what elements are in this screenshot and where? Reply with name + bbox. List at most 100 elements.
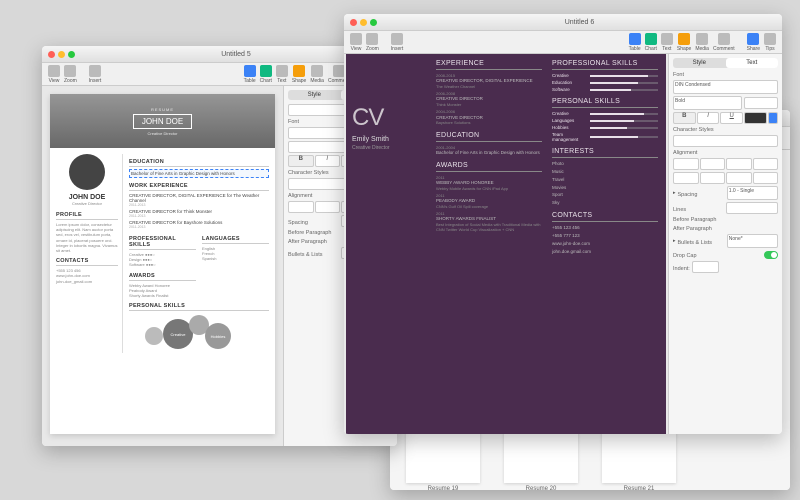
toolbar-media-button[interactable]: Media <box>310 65 324 84</box>
hero-name: JOHN DOE <box>133 114 192 129</box>
skill-row: Team management <box>552 132 658 142</box>
contact-item: john-doe_gmail.com <box>56 279 118 284</box>
font-weight-select[interactable]: Bold <box>673 96 742 110</box>
close-icon[interactable] <box>350 19 357 26</box>
toolbar-media-button[interactable]: Media <box>695 33 709 52</box>
bubble-hobbies: Hobbies <box>205 323 231 349</box>
gear-icon[interactable] <box>768 112 778 124</box>
toolbar-table-button[interactable]: Table <box>244 65 256 84</box>
skill-row: Education <box>552 80 658 85</box>
gallery-item-label: Resume 20 <box>526 486 557 490</box>
resume-hero: RESUME JOHN DOE Creative Director <box>50 94 275 148</box>
canvas-1[interactable]: RESUME JOHN DOE Creative Director JOHN D… <box>42 86 283 446</box>
toolbar-zoom-button[interactable]: Zoom <box>366 33 379 52</box>
spacing-select[interactable]: 1.0 - Single <box>727 186 778 200</box>
tab-text[interactable]: Text <box>726 58 779 68</box>
work-item: CREATIVE DIRECTOR for Bayshore Solutions… <box>129 220 269 229</box>
indent-inc-button[interactable] <box>700 172 726 184</box>
before-para-label: Before Paragraph <box>673 217 778 223</box>
profile-role: Creative Director <box>56 201 118 206</box>
cv-awards-heading: Awards <box>436 162 542 172</box>
spacing-label: Spacing <box>288 220 339 226</box>
contacts-heading: CONTACTS <box>56 258 118 266</box>
toolbar-table-button[interactable]: Table <box>629 33 641 52</box>
education-heading: EDUCATION <box>129 159 269 167</box>
tab-style[interactable]: Style <box>673 58 726 68</box>
zoom-icon[interactable] <box>68 51 75 58</box>
cv-int-heading: Interests <box>552 148 658 158</box>
toolbar-chart-button[interactable]: Chart <box>260 65 272 84</box>
toolbar-view-button[interactable]: View <box>48 65 60 84</box>
close-icon[interactable] <box>48 51 55 58</box>
font-size-input[interactable] <box>744 97 778 109</box>
toolbar-shape-button[interactable]: Shape <box>677 33 691 52</box>
align-center-button[interactable] <box>700 158 726 170</box>
zoom-icon[interactable] <box>370 19 377 26</box>
align-left-button[interactable] <box>673 158 699 170</box>
lines-input[interactable] <box>726 202 779 214</box>
gallery-item-label: Resume 19 <box>428 486 459 490</box>
tab-style[interactable]: Style <box>288 90 341 100</box>
selected-text-block[interactable]: Bachelor of Fine Arts in Graphic Design … <box>129 169 269 178</box>
canvas-2[interactable]: CV Emily Smith Creative Director Experie… <box>344 54 668 434</box>
cv-page: CV Emily Smith Creative Director Experie… <box>346 54 666 434</box>
cv-prof-heading: Professional Skills <box>552 60 658 70</box>
font-family-select[interactable]: DIN Condensed <box>673 80 778 94</box>
languages-heading: LANGUAGES <box>202 236 269 244</box>
work-item: CREATIVE DIRECTOR for Think Monster2011-… <box>129 209 269 218</box>
interest-item: Music <box>552 169 658 175</box>
indent-label: Indent: <box>673 266 690 272</box>
toolbar-chart-button[interactable]: Chart <box>645 33 657 52</box>
minimize-icon[interactable] <box>360 19 367 26</box>
align-left-button[interactable] <box>288 201 314 213</box>
cv-cont-heading: Contacts <box>552 212 658 222</box>
skill-row: Creative <box>552 111 658 116</box>
award-item: Shorty Awards Finalist <box>129 293 196 298</box>
toolbar-text-button[interactable]: Text <box>661 33 673 52</box>
cv-award-item: 2011WEBBY AWARD HONOREEWebby Mobile Awar… <box>436 175 542 191</box>
toolbar-text-button[interactable]: Text <box>276 65 288 84</box>
indent-dec-button[interactable] <box>673 172 699 184</box>
titlebar-2[interactable]: Untitled 6 <box>344 14 782 31</box>
toolbar-comment-button[interactable]: Comment <box>713 33 735 52</box>
align-center-button[interactable] <box>315 201 341 213</box>
valign-mid-button[interactable] <box>753 172 779 184</box>
spacing-label: Spacing <box>678 192 725 198</box>
lines-label: Lines <box>673 207 724 213</box>
interest-item: Travel <box>552 177 658 183</box>
toolbar-share-button[interactable]: Share <box>747 33 760 52</box>
cv-contact-item: +555 123 456 <box>552 225 658 231</box>
italic-button[interactable]: I <box>697 112 720 124</box>
cv-award-item: 2011PEABODY AWARDCNN's Gulf Oil Spill co… <box>436 193 542 209</box>
education-item[interactable]: Bachelor of Fine Arts in Graphic Design … <box>129 169 269 178</box>
interest-item: Movies <box>552 185 658 191</box>
cv-exp-item: 2008-2015CREATIVE DIRECTOR, DIGITAL EXPE… <box>436 73 542 89</box>
skill-row: Software <box>552 87 658 92</box>
toolbar-insert-button[interactable]: Insert <box>391 33 404 52</box>
align-justify-button[interactable] <box>753 158 779 170</box>
bullets-label: Bullets & Lists <box>288 252 339 258</box>
valign-top-button[interactable] <box>726 172 752 184</box>
toolbar-tips-button[interactable]: Tips <box>764 33 776 52</box>
char-styles-label: Character Styles <box>673 127 778 133</box>
toolbar-view-button[interactable]: View <box>350 33 362 52</box>
underline-button[interactable]: U <box>720 112 743 124</box>
char-style-select[interactable] <box>673 135 778 147</box>
minimize-icon[interactable] <box>58 51 65 58</box>
cv-edu-item: 2001-2004Bachelor of Fine Arts in Graphi… <box>436 145 542 156</box>
cv-contact-item: www.john-doe.com <box>552 241 658 247</box>
indent-input[interactable] <box>692 261 719 273</box>
skill-row: Hobbies <box>552 125 658 130</box>
toolbar-zoom-button[interactable]: Zoom <box>64 65 77 84</box>
hero-subtitle: RESUME <box>151 107 174 112</box>
bold-button[interactable]: B <box>673 112 696 124</box>
toolbar-shape-button[interactable]: Shape <box>292 65 306 84</box>
dropcap-toggle[interactable] <box>764 251 778 259</box>
align-right-button[interactable] <box>726 158 752 170</box>
bullets-select[interactable]: None* <box>727 234 778 248</box>
color-button[interactable] <box>744 112 767 124</box>
inspector-tabs[interactable]: Style Text <box>673 58 778 68</box>
toolbar-2: View Zoom Insert Table Chart Text Shape Media Co… <box>344 31 782 54</box>
toolbar-insert-button[interactable]: Insert <box>89 65 102 84</box>
profile-name: JOHN DOE <box>56 194 118 201</box>
